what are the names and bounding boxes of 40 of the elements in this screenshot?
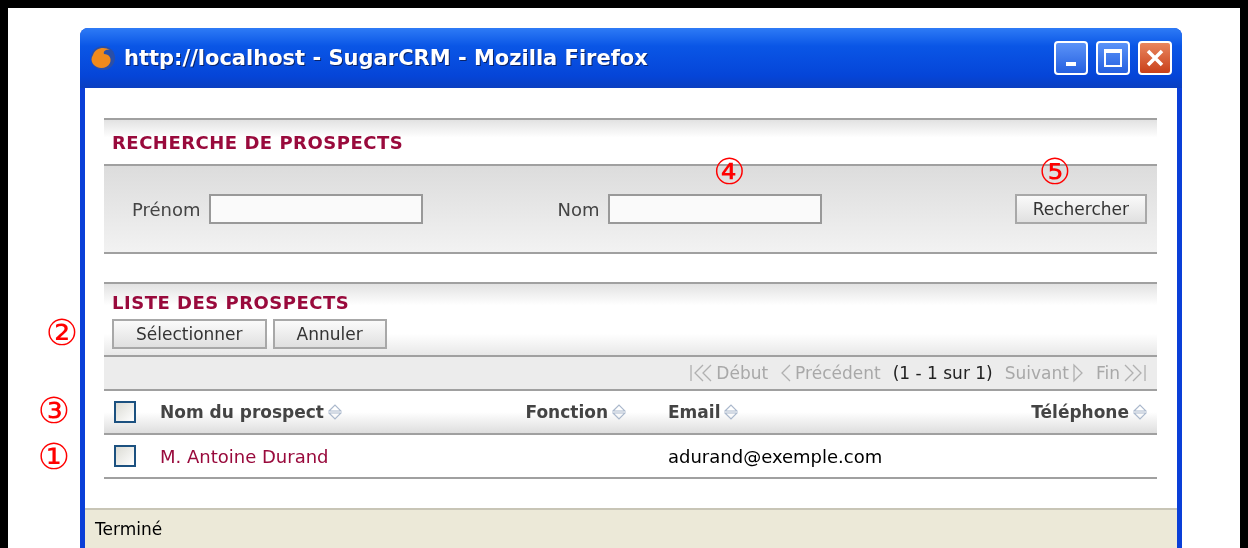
field-label: Prénom [132, 198, 201, 220]
close-button[interactable] [1138, 41, 1172, 75]
close-icon [1146, 49, 1164, 67]
row-checkbox[interactable] [114, 445, 136, 467]
annotation-number: ④ [713, 154, 746, 190]
annotation-number: ② [45, 315, 78, 351]
table-cell-text: adurand@exemple.com [668, 445, 884, 467]
column-header[interactable]: Fonction [525, 402, 608, 422]
column-header[interactable]: Nom du prospect [160, 402, 324, 422]
column-header[interactable]: Téléphone [1031, 402, 1129, 422]
window-title: http://localhost - SugarCRM - Mozilla Firefox [124, 46, 649, 70]
section-title: LISTE DES PROSPECTS [112, 292, 350, 313]
firefox-icon [90, 45, 116, 71]
status-text: Terminé [95, 519, 163, 539]
prospect-name-link[interactable]: M. Antoine Durand [160, 445, 504, 467]
sort-icon[interactable] [1133, 404, 1147, 420]
section-title: RECHERCHE DE PROSPECTS [112, 131, 404, 153]
select-all-checkbox[interactable] [114, 401, 136, 423]
field-label: Nom [557, 198, 600, 220]
sort-icon[interactable] [612, 404, 626, 420]
next-icon[interactable] [1071, 363, 1084, 383]
select-button[interactable]: Sélectionner [112, 319, 267, 349]
search-button[interactable]: Rechercher [1014, 194, 1147, 224]
maximize-button[interactable] [1096, 41, 1130, 75]
text-field[interactable] [208, 194, 423, 224]
minimize-icon [1066, 62, 1076, 66]
column-header[interactable]: Email [668, 402, 721, 422]
minimize-button[interactable] [1054, 41, 1088, 75]
first-page-icon[interactable] [689, 363, 714, 383]
text-field[interactable] [607, 194, 822, 224]
cancel-button[interactable]: Annuler [272, 319, 387, 349]
maximize-icon [1104, 49, 1122, 67]
previous-icon[interactable] [780, 363, 793, 383]
page-count: (1 - 1 sur 1) [892, 363, 993, 383]
sort-icon[interactable] [328, 404, 342, 420]
sort-icon[interactable] [724, 404, 739, 420]
last-page-icon[interactable] [1123, 363, 1147, 383]
annotation-number: ① [37, 439, 70, 475]
annotation-number: ③ [37, 393, 70, 429]
annotation-number: ⑤ [1038, 154, 1071, 190]
